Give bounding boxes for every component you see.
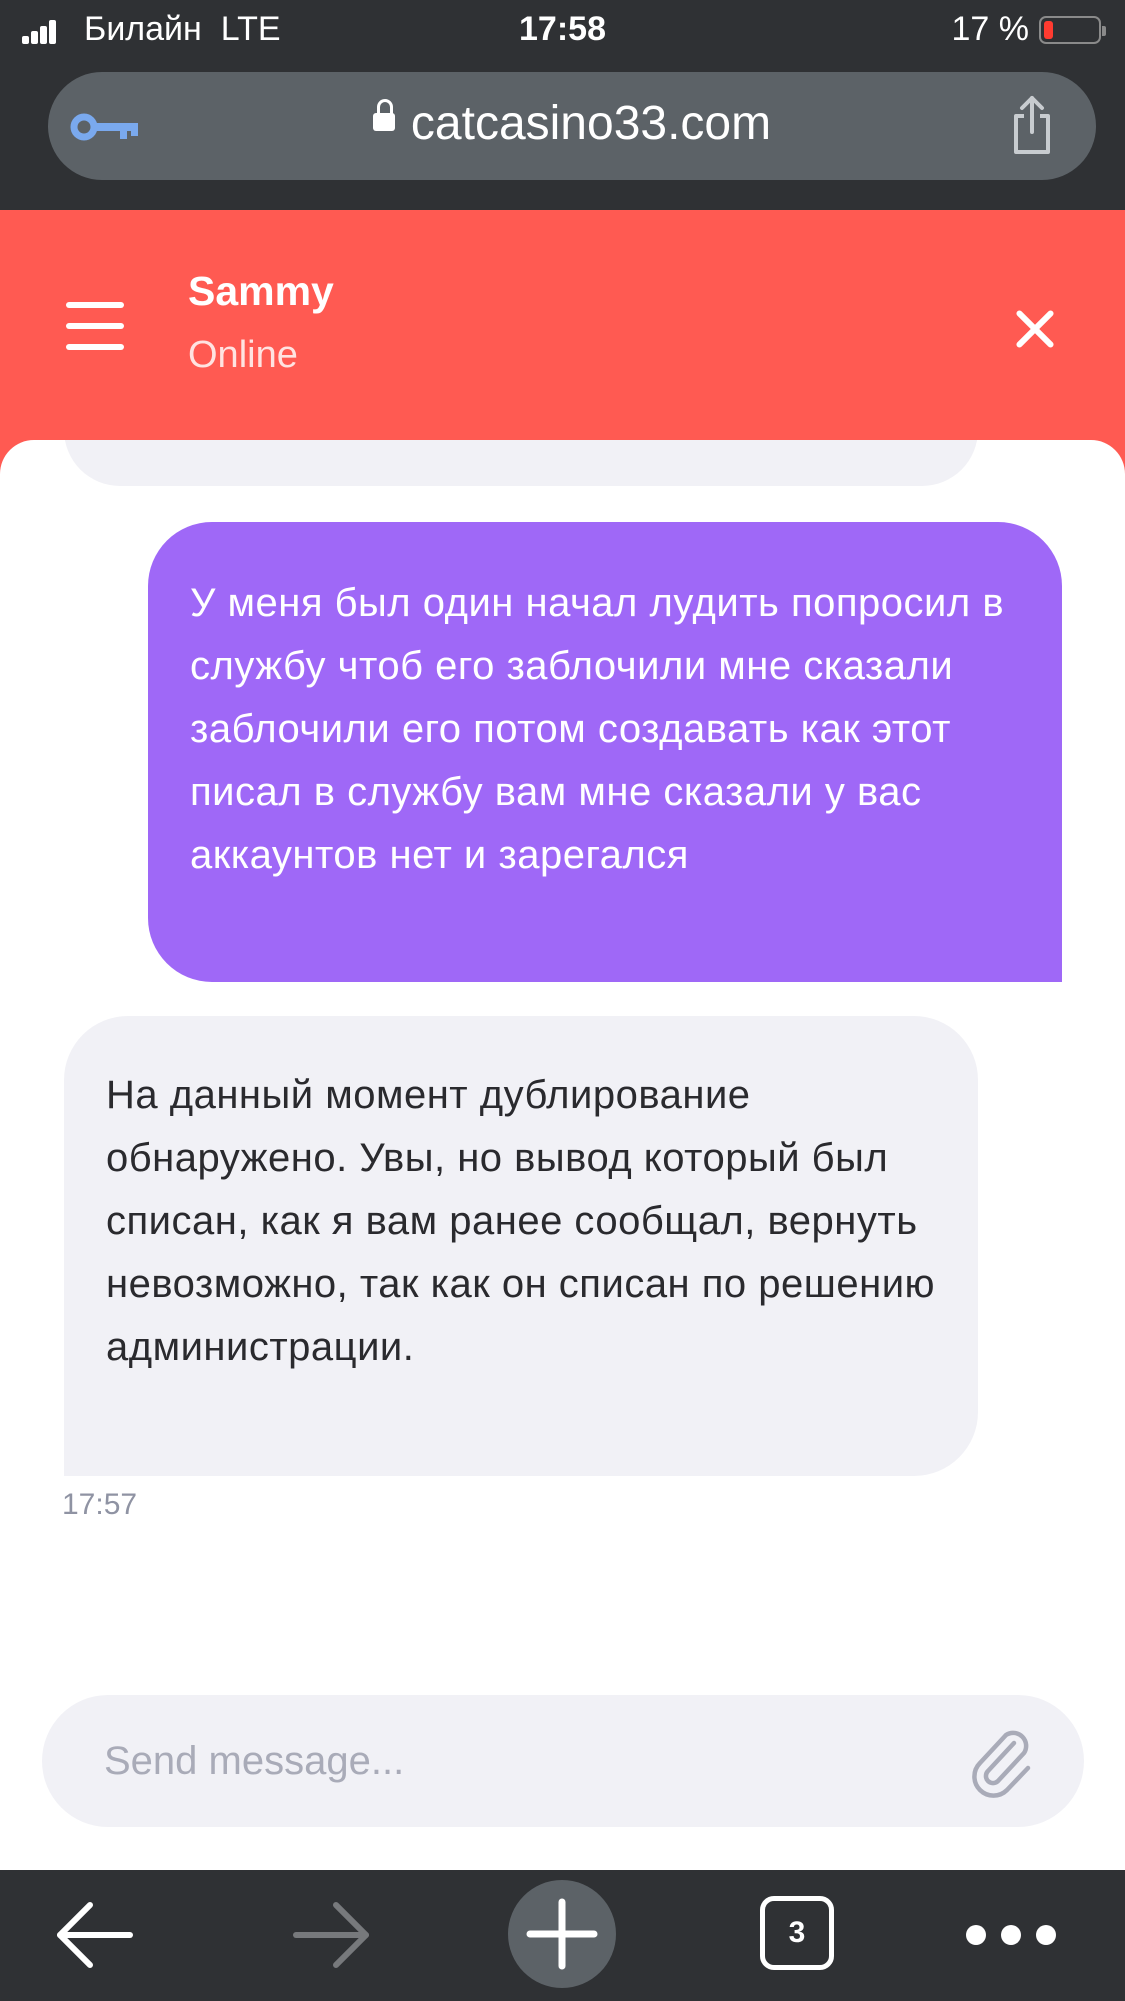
new-tab-button[interactable]	[508, 1880, 616, 1988]
back-arrow-icon[interactable]	[52, 1890, 138, 1980]
browser-top-bar: Билайн LTE 17:58 17 % catcasino33.com	[0, 0, 1125, 210]
paperclip-icon[interactable]	[968, 1723, 1038, 1799]
plus-icon	[526, 1898, 598, 1970]
status-bar: Билайн LTE 17:58 17 %	[0, 0, 1125, 62]
tabs-count-button[interactable]: 3	[760, 1896, 834, 1970]
lock-icon	[372, 99, 395, 137]
previous-message-bubble	[64, 440, 978, 486]
chat-messages[interactable]: У меня был один начал лудить попросил в …	[0, 440, 1125, 1870]
url-display[interactable]: catcasino33.com	[48, 96, 1096, 151]
agent-name: Sammy	[188, 268, 334, 314]
message-timestamp: 17:57	[62, 1488, 138, 1521]
forward-arrow-icon[interactable]	[288, 1890, 374, 1980]
user-message-bubble: У меня был один начал лудить попросил в …	[148, 522, 1062, 982]
message-composer	[42, 1695, 1084, 1827]
menu-icon[interactable]	[66, 302, 124, 350]
close-icon[interactable]	[1012, 306, 1060, 354]
agent-message-bubble: На данный момент дублирование обнаружено…	[64, 1016, 978, 1476]
battery-icon	[1039, 16, 1106, 44]
address-bar[interactable]: catcasino33.com	[48, 72, 1096, 180]
user-message-text: У меня был один начал лудить попросил в …	[190, 581, 1005, 877]
agent-message-text: На данный момент дублирование обнаружено…	[106, 1073, 936, 1369]
share-icon[interactable]	[1008, 94, 1056, 156]
battery-percent: 17 %	[951, 10, 1030, 48]
message-input[interactable]	[104, 1729, 964, 1793]
chat-header: Sammy Online	[0, 210, 1125, 440]
more-options-icon[interactable]	[966, 1890, 1056, 1980]
browser-toolbar: 3	[0, 1870, 1125, 2001]
url-text: catcasino33.com	[410, 97, 772, 150]
agent-status: Online	[188, 334, 298, 376]
